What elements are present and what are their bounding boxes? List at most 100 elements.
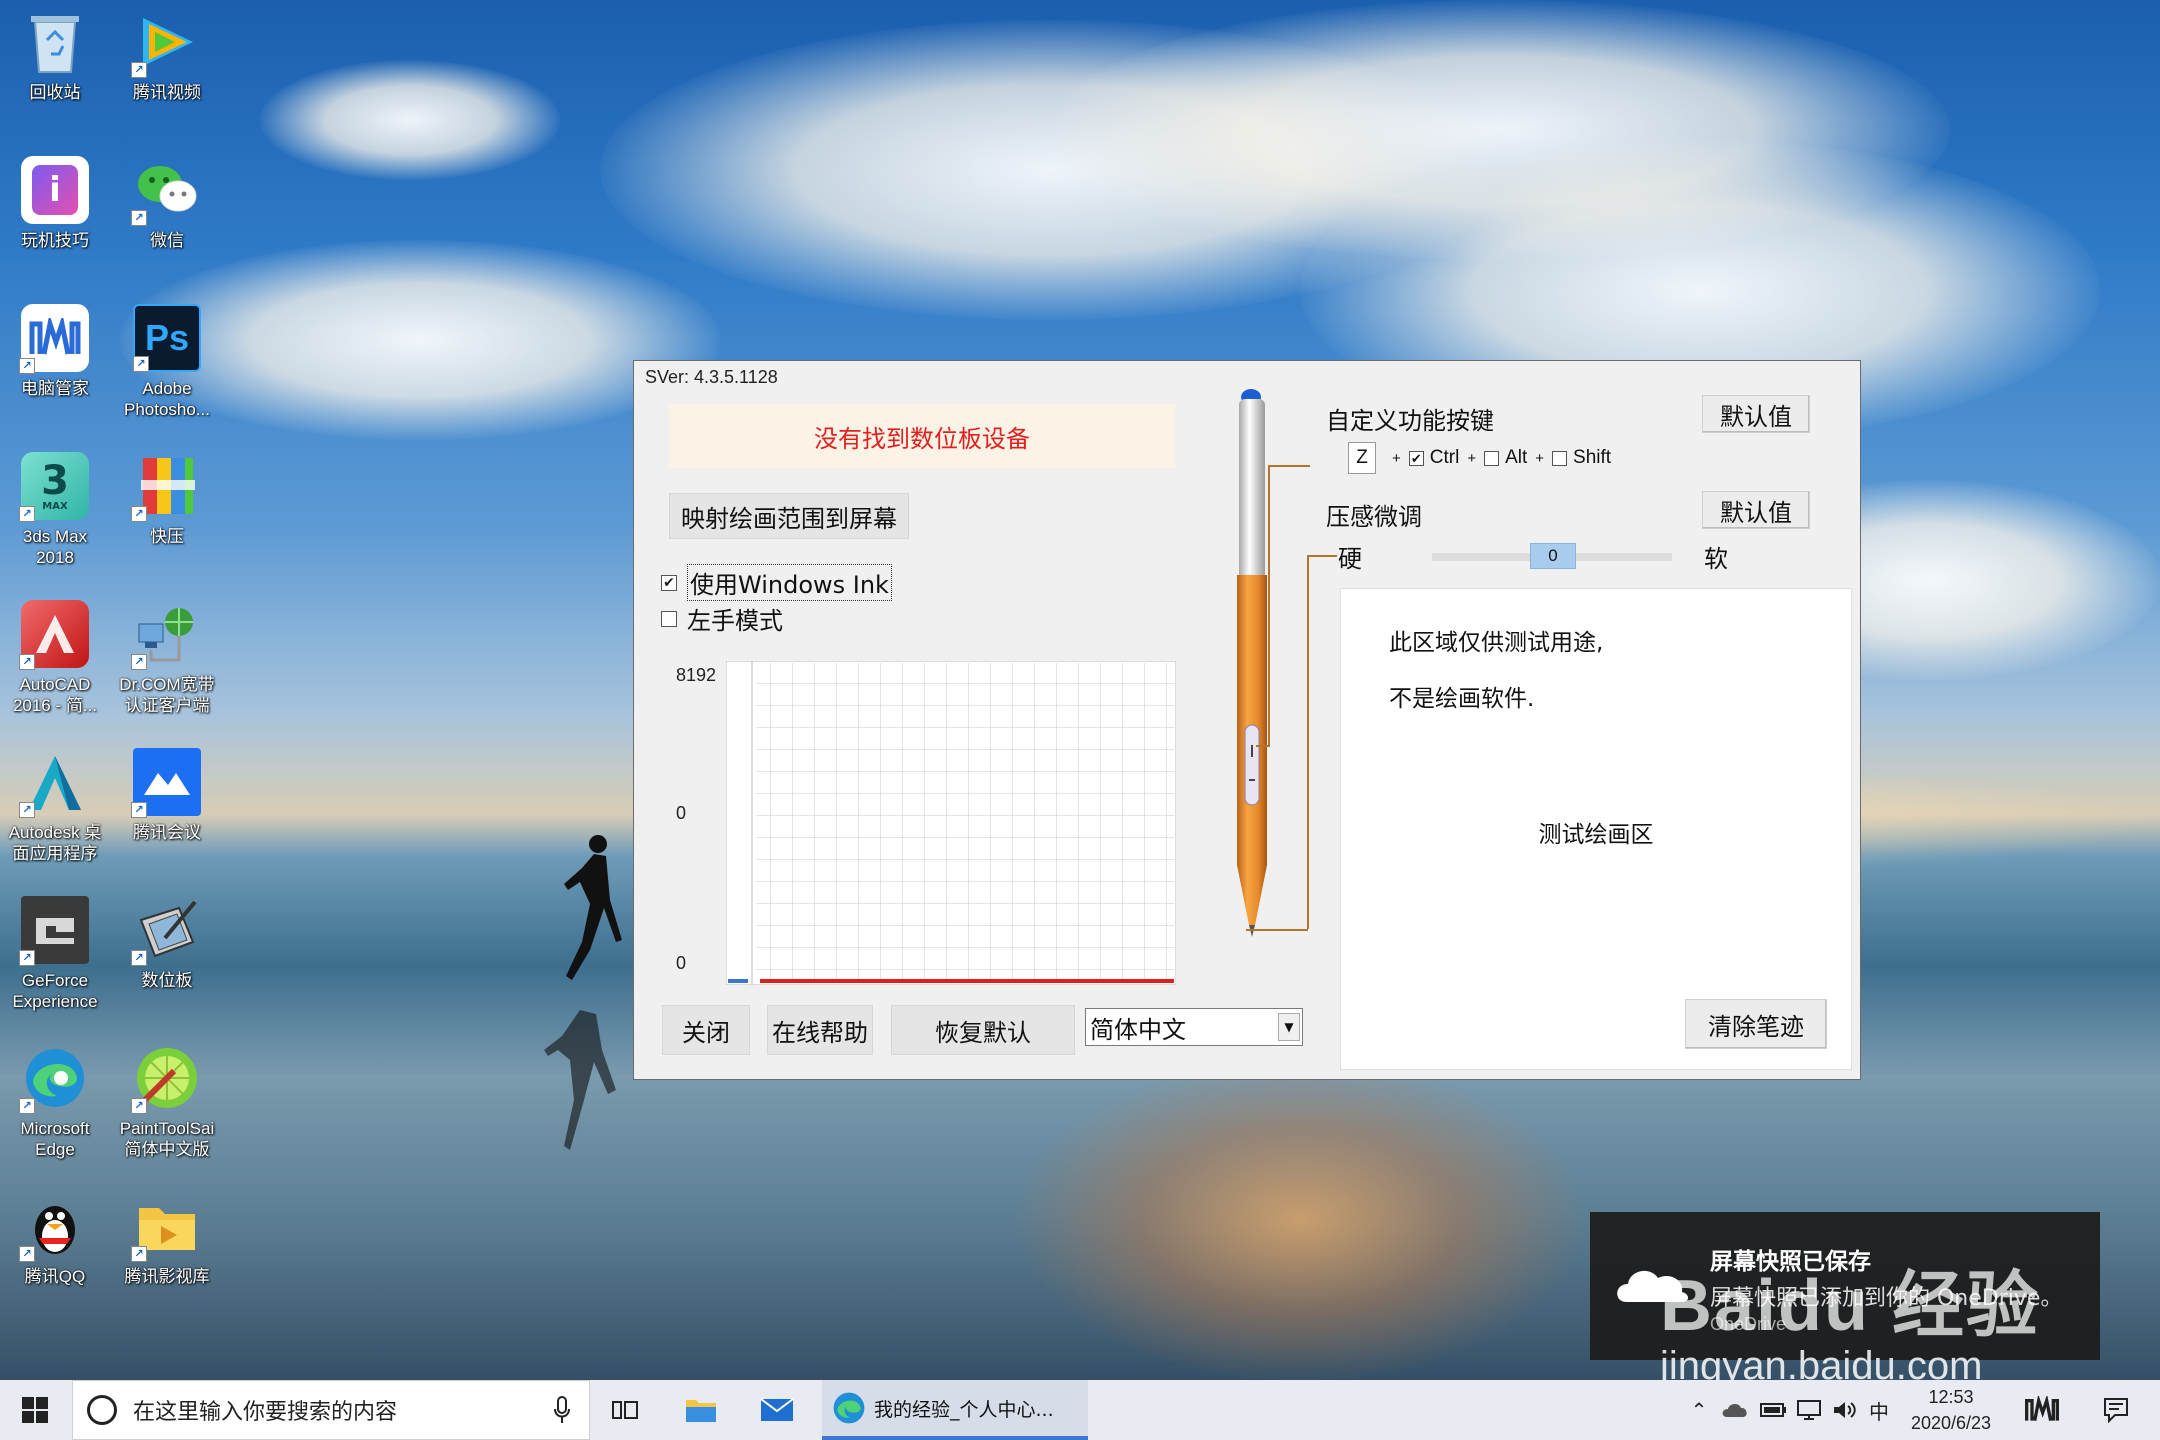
- custom-keys-default-button[interactable]: 默认值: [1702, 395, 1810, 433]
- desktop-icon-label: 快压: [150, 527, 184, 546]
- wechat-icon: ↗: [131, 156, 201, 226]
- tencent-video-icon: ↗: [131, 8, 201, 78]
- leader-line: [1246, 929, 1308, 931]
- desktop-icon-recycle-bin[interactable]: 回收站: [0, 8, 110, 103]
- cloud-icon: [1722, 1403, 1747, 1417]
- desktop-icon-painttoolsai[interactable]: ↗ PaintToolSai 简体中文版: [112, 1044, 222, 1160]
- checkbox-box[interactable]: ✔: [661, 574, 677, 591]
- leader-line: [1256, 745, 1270, 747]
- shift-checkbox[interactable]: [1552, 450, 1568, 466]
- ctrl-checkbox[interactable]: ✔: [1408, 450, 1424, 466]
- desktop-icon-photoshop[interactable]: Ps ↗ Adobe Photosho...: [112, 304, 222, 420]
- shortcut-arrow-icon: ↗: [131, 506, 147, 522]
- desktop-icon-label: AutoCAD 2016 - 简...: [12, 675, 98, 715]
- desktop-icon-label: 回收站: [29, 83, 81, 102]
- onedrive-cloud-icon: [1617, 1270, 1688, 1302]
- test-drawing-area[interactable]: 此区域仅供测试用途, 不是绘画软件. 测试绘画区 清除笔迹: [1340, 588, 1852, 1070]
- windows-ink-checkbox[interactable]: ✔ 使用Windows Ink: [661, 564, 892, 601]
- pressure-slider-thumb[interactable]: 0: [1530, 543, 1576, 569]
- shortcut-arrow-icon: ↗: [131, 654, 147, 670]
- network-tray-icon[interactable]: [1792, 1380, 1826, 1440]
- desktop-icon-pc-manager[interactable]: ↗ 电脑管家: [0, 304, 110, 399]
- pressure-default-button[interactable]: 默认值: [1702, 491, 1810, 529]
- task-view-icon: [612, 1401, 638, 1419]
- online-help-button[interactable]: 在线帮助: [767, 1005, 873, 1055]
- desktop-icon-drcom[interactable]: ↗ Dr.COM宽带 认证客户端: [112, 600, 222, 716]
- clear-strokes-button[interactable]: 清除笔迹: [1685, 999, 1827, 1049]
- desktop-icon-tips[interactable]: i 玩机技巧: [0, 156, 110, 251]
- desktop-icon-3dsmax[interactable]: 3 MAX ↗ 3ds Max 2018: [0, 452, 110, 568]
- battery-tray-icon[interactable]: [1756, 1380, 1790, 1440]
- desktop-icon-autocad[interactable]: ↗ AutoCAD 2016 - 简...: [0, 600, 110, 716]
- taskbar-clock[interactable]: 12:53 2020/6/23: [1896, 1384, 2006, 1436]
- map-to-screen-button[interactable]: 映射绘画范围到屏幕: [669, 493, 909, 539]
- desktop-icon-label: PaintToolSai 简体中文版: [119, 1119, 215, 1159]
- cortana-icon: [87, 1395, 117, 1425]
- desktop-icon-tencent-meeting[interactable]: ↗ 腾讯会议: [112, 748, 222, 843]
- drcom-network-icon: ↗: [131, 600, 201, 670]
- microphone-icon[interactable]: [553, 1395, 571, 1425]
- version-label: SVer: 4.3.5.1128: [645, 367, 778, 387]
- alt-checkbox[interactable]: [1484, 450, 1500, 466]
- sun-reflection: [1020, 1060, 1580, 1380]
- pc-manager-icon: [2025, 1396, 2059, 1421]
- qq-penguin-icon: ↗: [19, 1192, 89, 1262]
- onedrive-notification-toast[interactable]: 屏幕快照已保存 屏幕快照已添加到你的 OneDrive。 OneDrive: [1590, 1212, 2100, 1360]
- volume-tray-icon[interactable]: [1828, 1380, 1862, 1440]
- desktop-icon-edge[interactable]: ↗ Microsoft Edge: [0, 1044, 110, 1160]
- ime-indicator[interactable]: 中: [1864, 1380, 1894, 1440]
- mail-button[interactable]: [742, 1380, 812, 1440]
- taskbar-search-box[interactable]: 在这里输入你要搜索的内容: [72, 1380, 590, 1440]
- leader-line: [1268, 465, 1270, 745]
- desktop-icon-geforce[interactable]: ↗ GeForce Experience: [0, 896, 110, 1012]
- shortcut-arrow-icon: ↗: [131, 1246, 147, 1262]
- edge-icon: [833, 1392, 865, 1424]
- action-center-button[interactable]: [2086, 1380, 2146, 1440]
- pc-manager-tray-button[interactable]: [2012, 1380, 2072, 1440]
- desktop-icon-label: Adobe Photosho...: [123, 379, 210, 419]
- desktop-icon-label: 腾讯会议: [133, 823, 201, 842]
- onedrive-tray-icon[interactable]: [1718, 1380, 1752, 1440]
- pressure-graph: [726, 661, 1176, 985]
- desktop-icon-label: 微信: [150, 231, 184, 250]
- autodesk-icon: ↗: [19, 748, 89, 818]
- desktop-icon-autodesk[interactable]: ↗ Autodesk 桌 面应用程序: [0, 748, 110, 864]
- tencent-meeting-icon: ↗: [131, 748, 201, 818]
- shortcut-arrow-icon: ↗: [19, 506, 35, 522]
- desktop-icon-label: 3ds Max 2018: [22, 527, 88, 567]
- tips-app-icon: i: [21, 156, 89, 224]
- runner-reflection: [544, 1010, 616, 1150]
- start-button[interactable]: [0, 1380, 70, 1440]
- test-area-title: 测试绘画区: [1538, 822, 1654, 848]
- shortcut-arrow-icon: ↗: [131, 950, 147, 966]
- taskbar-edge-window[interactable]: 我的经验_个人中心...: [822, 1380, 1088, 1440]
- shortcut-arrow-icon: ↗: [131, 62, 147, 78]
- pressure-title: 压感微调: [1326, 503, 1422, 531]
- toast-body: 屏幕快照已添加到你的 OneDrive。: [1710, 1286, 2063, 1311]
- desktop-icon-tencent-library[interactable]: ↗ 腾讯影视库: [112, 1192, 222, 1287]
- desktop-icon-tencent-video[interactable]: ↗ 腾讯视频: [112, 8, 222, 103]
- restore-defaults-button[interactable]: 恢复默认: [891, 1005, 1075, 1055]
- file-explorer-button[interactable]: [666, 1380, 736, 1440]
- desktop-icon-wechat[interactable]: ↗ 微信: [112, 156, 222, 251]
- speaker-icon: [1834, 1402, 1856, 1418]
- left-hand-mode-checkbox[interactable]: 左手模式: [661, 601, 783, 636]
- folder-icon: [686, 1400, 716, 1422]
- checkbox-box[interactable]: [661, 610, 677, 627]
- stylus-pen-illustration: [1237, 389, 1267, 937]
- desktop-icon-tablet[interactable]: ↗ 数位板: [112, 896, 222, 991]
- task-view-button[interactable]: [590, 1380, 660, 1440]
- show-hidden-icons-button[interactable]: ⌃: [1686, 1380, 1712, 1440]
- shortcut-arrow-icon: ↗: [19, 950, 35, 966]
- graph-min-label: 0: [676, 953, 687, 973]
- close-button[interactable]: 关闭: [662, 1005, 750, 1055]
- clock-time: 12:53: [1928, 1387, 1974, 1407]
- desktop-icon-qq[interactable]: ↗ 腾讯QQ: [0, 1192, 110, 1287]
- key-input[interactable]: Z: [1348, 442, 1376, 474]
- chevron-down-icon[interactable]: ▼: [1278, 1013, 1300, 1041]
- graph-mid-label: 0: [676, 803, 687, 823]
- desktop-icon-kuaiya[interactable]: ↗ 快压: [112, 452, 222, 547]
- taskbar: 在这里输入你要搜索的内容 我的经验_个人中心... ⌃ 中 12:53 2020…: [0, 1380, 2160, 1440]
- language-select[interactable]: 简体中文 ▼: [1085, 1008, 1303, 1046]
- shortcut-arrow-icon: ↗: [131, 210, 147, 226]
